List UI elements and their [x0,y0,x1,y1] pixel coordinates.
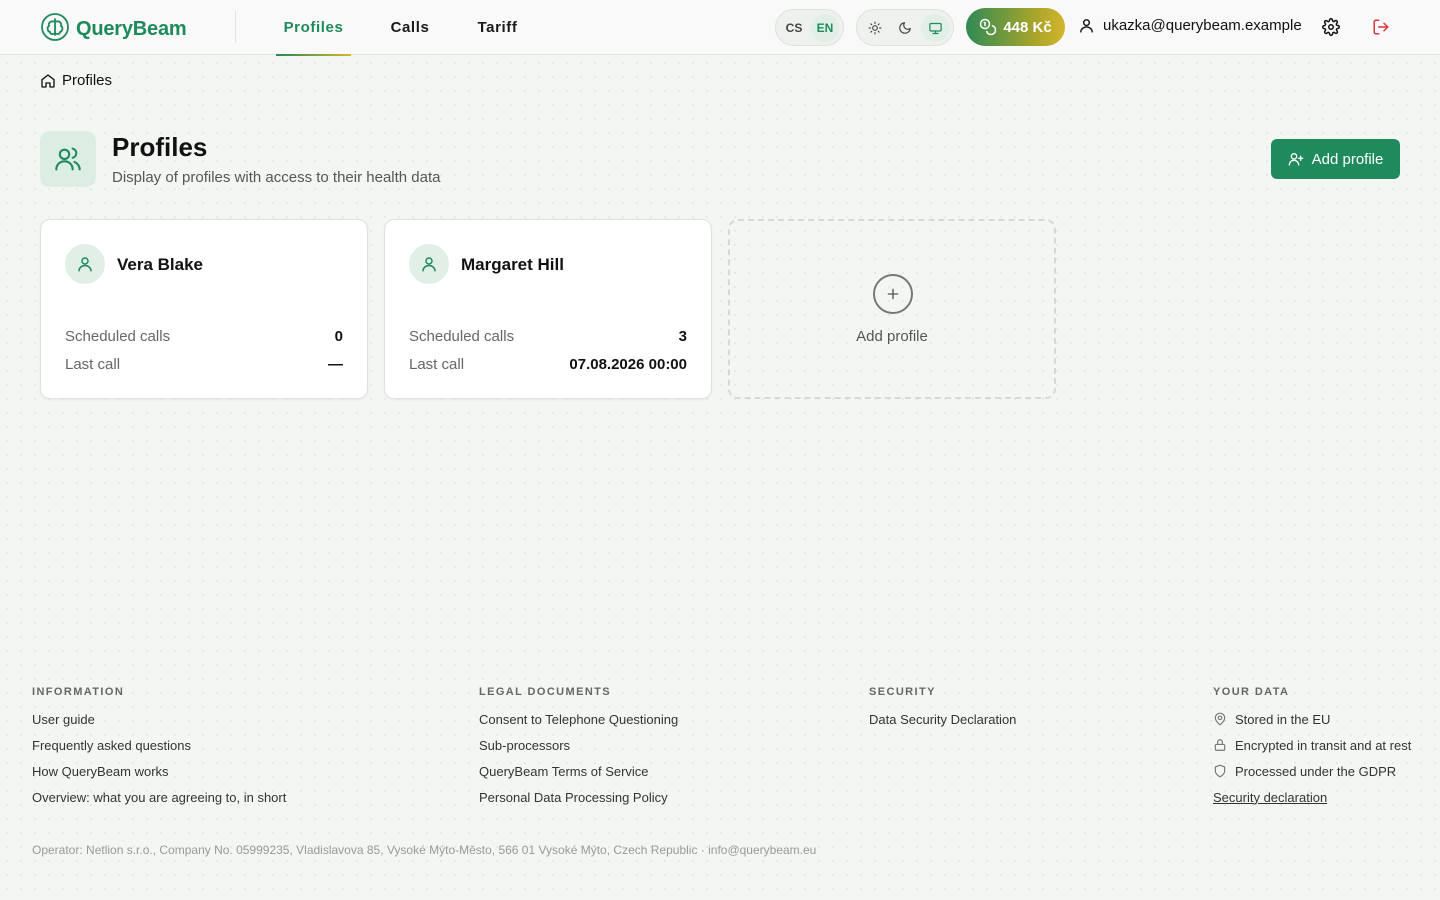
users-icon [55,147,81,171]
footer-information: INFORMATION User guide Frequently asked … [32,686,286,810]
security-declaration-label: Security declaration [1213,789,1328,805]
sun-icon [868,21,882,35]
profile-card[interactable]: Vera Blake Scheduled calls 0 Last call — [40,219,368,399]
map-pin-icon [1214,712,1226,726]
page-header: Profiles Display of profiles with access… [40,131,441,187]
scheduled-calls-row: Scheduled calls 3 [409,328,687,345]
footer-security: SECURITY Data Security Declaration [869,686,1016,732]
add-profile-label: Add profile [1311,150,1384,168]
last-call-label: Last call [65,356,121,373]
footer-link[interactable]: Frequently asked questions [32,732,286,758]
footer-heading: INFORMATION [32,686,125,698]
logout-button[interactable] [1369,15,1393,39]
add-profile-card-label: Add profile [856,328,928,345]
page-subtitle: Display of profiles with access to their… [112,169,441,186]
tab-calls[interactable]: Calls [382,0,438,55]
lang-en-button[interactable]: EN [811,14,839,42]
footer-link[interactable]: Sub-processors [479,732,678,758]
footer-heading: LEGAL DOCUMENTS [479,686,612,698]
moon-icon [899,22,911,34]
scheduled-calls-label: Scheduled calls [65,328,171,345]
brain-icon [40,12,70,47]
data-gdpr-item: Processed under the GDPR [1213,758,1411,784]
footer-heading: SECURITY [869,686,936,698]
add-profile-button[interactable]: Add profile [1271,139,1400,179]
data-encryption-text: Encrypted in transit and at rest [1235,737,1412,753]
theme-system-button[interactable] [921,14,949,42]
theme-switcher [856,9,954,46]
last-call-row: Last call — [65,356,343,373]
gear-icon [1322,18,1340,36]
settings-button[interactable] [1319,15,1343,39]
last-call-value: 07.08.2026 00:00 [569,356,687,373]
tab-calls-label: Calls [390,19,430,36]
profile-name: Vera Blake [117,255,204,274]
footer-link[interactable]: Overview: what you are agreeing to, in s… [32,784,286,810]
footer-link[interactable]: How QueryBeam works [32,758,286,784]
footer-link[interactable]: QueryBeam Terms of Service [479,758,678,784]
profile-name: Margaret Hill [461,255,564,274]
plus-circle-icon [873,274,913,314]
data-location-item: Stored in the EU [1213,706,1411,732]
top-header: QueryBeam Profiles Calls Tariff CS EN 44… [0,0,1440,56]
user-icon [78,257,92,272]
coins-icon [980,18,997,36]
tab-tariff[interactable]: Tariff [469,0,526,55]
avatar [65,244,105,284]
logout-icon [1373,19,1389,35]
theme-dark-button[interactable] [891,14,919,42]
language-switcher: CS EN [775,9,844,46]
lock-icon [1214,739,1226,751]
avatar [409,244,449,284]
footer-link[interactable]: Data Security Declaration [869,706,1016,732]
lang-cs-button[interactable]: CS [780,14,808,42]
breadcrumb: Profiles [40,72,112,89]
footer-legal: LEGAL DOCUMENTS Consent to Telephone Que… [479,686,678,810]
user-account[interactable]: ukazka@querybeam.example [1078,17,1302,34]
page-title: Profiles [112,132,208,162]
last-call-value: — [328,356,343,373]
tab-tariff-label: Tariff [477,19,518,36]
page-heading-text: Profiles Display of profiles with access… [112,131,441,186]
theme-light-button[interactable] [861,14,889,42]
user-icon [422,257,436,272]
profile-card[interactable]: Margaret Hill Scheduled calls 3 Last cal… [384,219,712,399]
credit-balance-button[interactable]: 448 Kč [966,8,1065,46]
data-encryption-item: Encrypted in transit and at rest [1213,732,1411,758]
footer-link[interactable]: Personal Data Processing Policy [479,784,678,810]
scheduled-calls-label: Scheduled calls [409,328,515,345]
footer-heading: YOUR DATA [1213,686,1290,698]
footer-link[interactable]: Consent to Telephone Questioning [479,706,678,732]
monitor-icon [928,22,942,34]
brand-logo[interactable]: QueryBeam [40,12,187,47]
last-call-row: Last call 07.08.2026 00:00 [409,356,687,373]
scheduled-calls-row: Scheduled calls 0 [65,328,343,345]
credit-amount: 448 Kč [1003,18,1052,36]
add-profile-card[interactable]: Add profile [728,219,1056,399]
user-plus-icon [1288,153,1303,166]
active-tab-underline [276,54,351,56]
data-gdpr-text: Processed under the GDPR [1235,763,1397,779]
footer-your-data: YOUR DATA Stored in the EU Encrypted in … [1213,686,1411,810]
operator-info: Operator: Netlion s.r.o., Company No. 05… [32,843,817,857]
footer-link[interactable]: User guide [32,706,286,732]
brand-name: QueryBeam [76,18,187,40]
user-icon [1080,19,1093,33]
security-declaration-link[interactable]: Security declaration [1213,784,1411,810]
scheduled-calls-value: 3 [678,328,687,345]
shield-icon [1214,764,1226,778]
tab-profiles-label: Profiles [283,19,344,36]
page-icon-box [40,131,96,187]
data-location-text: Stored in the EU [1235,711,1331,727]
header-divider [235,11,236,43]
home-icon[interactable] [40,73,56,89]
scheduled-calls-value: 0 [334,328,343,345]
last-call-label: Last call [409,356,465,373]
tab-profiles[interactable]: Profiles [276,0,351,56]
user-email: ukazka@querybeam.example [1103,17,1302,34]
breadcrumb-current: Profiles [62,72,113,89]
